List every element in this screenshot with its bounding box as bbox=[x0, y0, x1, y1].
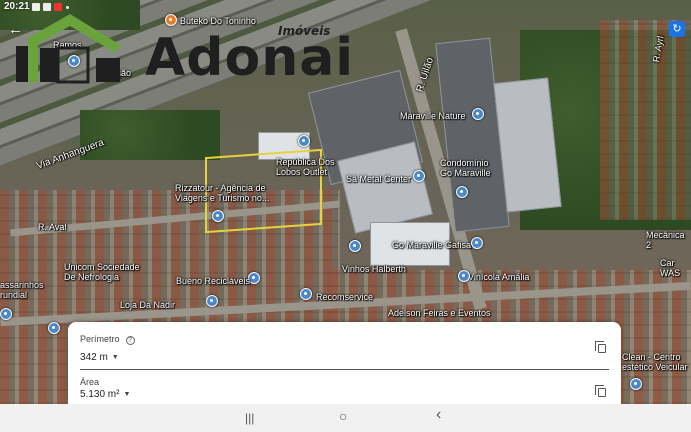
place-label[interactable]: Unicom Sociedade De Nefrologia bbox=[64, 262, 140, 282]
copy-perimeter-icon[interactable] bbox=[595, 341, 606, 353]
place-label[interactable]: Clean - Centro estético Veicular bbox=[622, 352, 688, 372]
residential-area bbox=[600, 20, 691, 220]
place-pin[interactable] bbox=[206, 295, 218, 307]
place-pin[interactable] bbox=[413, 170, 425, 182]
more-dot-icon bbox=[66, 6, 69, 9]
measurement-sheet: Perímetro? 342 m ▼ Área 5.130 m² ▼ bbox=[68, 322, 621, 404]
place-label[interactable]: Vinícola Amália bbox=[468, 272, 529, 282]
place-pin[interactable] bbox=[0, 308, 12, 320]
place-pin[interactable] bbox=[349, 240, 361, 252]
perimeter-value: 342 m bbox=[80, 352, 108, 363]
place-label[interactable]: Vinhos Halberth bbox=[342, 264, 406, 274]
area-label: Área bbox=[80, 377, 100, 387]
place-label[interactable]: Mecânica 2 bbox=[646, 230, 691, 250]
back-button[interactable]: ‹ bbox=[436, 407, 441, 423]
divider bbox=[80, 369, 609, 370]
road-label: R. Uilão bbox=[414, 56, 437, 94]
perimeter-selector[interactable]: 342 m ▼ bbox=[80, 352, 119, 363]
area-selector[interactable]: 5.130 m² ▼ bbox=[80, 389, 130, 400]
home-button[interactable]: ○ bbox=[339, 409, 347, 423]
tree-area bbox=[80, 110, 220, 160]
caret-down-icon: ▼ bbox=[111, 354, 119, 361]
image-icon bbox=[32, 3, 40, 11]
place-label[interactable]: Rizzatour - Agência de Viagens e Turismo… bbox=[175, 183, 269, 203]
place-pin[interactable] bbox=[298, 135, 310, 147]
place-pin[interactable] bbox=[48, 322, 60, 334]
caret-down-icon: ▼ bbox=[123, 391, 131, 398]
help-icon[interactable]: ? bbox=[125, 336, 135, 345]
facebook-icon bbox=[43, 3, 51, 11]
house-logo-icon bbox=[16, 14, 122, 84]
logo-tagline: Imóveis bbox=[278, 24, 331, 38]
place-label[interactable]: Adelson Feiras e Eventos bbox=[388, 308, 491, 318]
compass-icon[interactable]: ↻ bbox=[669, 21, 685, 37]
place-pin[interactable] bbox=[458, 270, 470, 282]
place-label[interactable]: Condomínio Go Maraville bbox=[440, 158, 491, 178]
place-pin[interactable] bbox=[212, 210, 224, 222]
copy-area-icon[interactable] bbox=[595, 385, 606, 397]
place-pin[interactable] bbox=[630, 378, 642, 390]
recents-button[interactable]: ||| bbox=[245, 411, 254, 425]
logo: Adonai Imóveis bbox=[10, 12, 355, 88]
perimeter-label: Perímetro bbox=[80, 334, 120, 344]
logo-wordmark: Adonai bbox=[145, 28, 355, 88]
place-label[interactable]: Go Maraville Gafisa bbox=[392, 240, 471, 250]
place-pin[interactable] bbox=[300, 288, 312, 300]
road-label: R. Aval bbox=[38, 222, 67, 232]
place-label[interactable]: Maraville Nature bbox=[400, 111, 466, 121]
clock: 20:21 bbox=[4, 1, 30, 12]
place-pin[interactable] bbox=[456, 186, 468, 198]
youtube-icon bbox=[54, 3, 62, 11]
place-label[interactable]: assarinhos rundial bbox=[0, 280, 44, 300]
place-label[interactable]: República Dos Lobos Outlet bbox=[276, 157, 335, 177]
navigation-bar: ||| ○ ‹ bbox=[0, 404, 691, 432]
place-label[interactable]: Recomservice bbox=[316, 292, 373, 302]
place-label[interactable]: Sã Metal Center bbox=[346, 174, 411, 184]
place-label[interactable]: Bueno Recicláveis bbox=[176, 276, 250, 286]
place-label[interactable]: Loja Da Nadir bbox=[120, 300, 175, 310]
place-pin[interactable] bbox=[471, 237, 483, 249]
place-label[interactable]: Car WAS bbox=[660, 258, 691, 278]
area-value: 5.130 m² bbox=[80, 389, 120, 400]
place-pin[interactable] bbox=[472, 108, 484, 120]
perimeter-label-row: Perímetro? bbox=[80, 334, 135, 345]
